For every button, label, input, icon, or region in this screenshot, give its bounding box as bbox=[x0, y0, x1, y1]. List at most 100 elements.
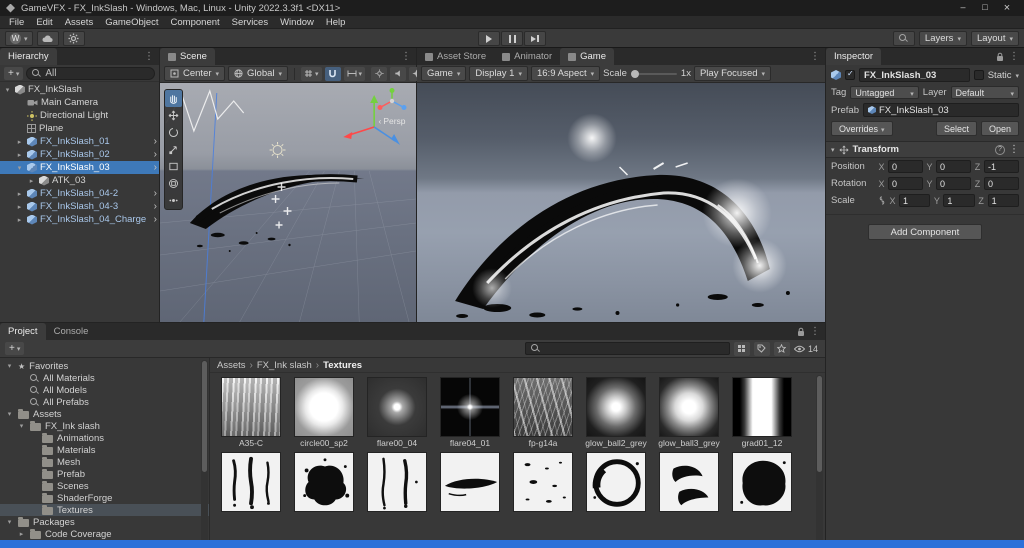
maximize-button[interactable] bbox=[974, 2, 996, 14]
tree-item-materials[interactable]: Materials bbox=[0, 444, 209, 456]
tab-asset-store[interactable]: Asset Store bbox=[417, 48, 494, 65]
texture-item[interactable] bbox=[220, 452, 282, 523]
search-by-label-button[interactable] bbox=[754, 342, 770, 356]
create-object-button[interactable] bbox=[4, 67, 23, 80]
rotation-x-field[interactable]: 0 bbox=[888, 177, 923, 190]
scene-lighting-button[interactable] bbox=[371, 67, 387, 81]
menu-help[interactable]: Help bbox=[320, 17, 352, 28]
rect-tool-button[interactable] bbox=[165, 158, 182, 175]
move-tool-button[interactable] bbox=[165, 107, 182, 124]
grid-visibility-button[interactable] bbox=[301, 67, 322, 81]
tree-item-all-models[interactable]: All Models bbox=[0, 384, 209, 396]
menu-component[interactable]: Component bbox=[165, 17, 226, 28]
breadcrumb-fx-ink-slash[interactable]: FX_Ink slash bbox=[257, 360, 312, 371]
view-tool-button[interactable] bbox=[165, 90, 182, 107]
custom-tool-button[interactable] bbox=[165, 192, 182, 209]
foldout-icon[interactable] bbox=[831, 144, 835, 155]
grid-scrollbar[interactable] bbox=[816, 375, 823, 548]
prefab-open-arrow[interactable] bbox=[154, 136, 157, 147]
hierarchy-item-scene[interactable]: FX_InkSlash bbox=[0, 83, 159, 96]
add-component-button[interactable]: Add Component bbox=[868, 224, 983, 240]
snap-toggle-button[interactable] bbox=[325, 67, 341, 81]
menu-window[interactable]: Window bbox=[274, 17, 320, 28]
hierarchy-item-fx-inkslash-04-3[interactable]: FX_InkSlash_04-3 bbox=[0, 200, 159, 213]
tree-item-prefab[interactable]: Prefab bbox=[0, 468, 209, 480]
component-menu-icon[interactable] bbox=[1009, 144, 1019, 155]
tree-scrollbar[interactable] bbox=[201, 360, 208, 548]
static-flags-dropdown[interactable] bbox=[1015, 70, 1019, 81]
breadcrumb-assets[interactable]: Assets bbox=[217, 360, 246, 371]
select-button[interactable]: Select bbox=[936, 121, 977, 136]
tree-item-animations[interactable]: Animations bbox=[0, 432, 209, 444]
panel-menu-icon[interactable] bbox=[810, 326, 820, 337]
tree-item-all-prefabs[interactable]: All Prefabs bbox=[0, 396, 209, 408]
hierarchy-item-fx-inkslash-01[interactable]: FX_InkSlash_01 bbox=[0, 135, 159, 148]
scrollbar-thumb[interactable] bbox=[817, 376, 822, 472]
game-mode-dropdown[interactable]: Game bbox=[421, 66, 466, 81]
texture-item[interactable]: fp-g14a bbox=[512, 377, 574, 448]
hidden-packages-indicator[interactable]: 14 bbox=[794, 344, 820, 354]
expander-icon[interactable] bbox=[27, 177, 36, 185]
hierarchy-search-input[interactable]: All bbox=[26, 67, 155, 80]
lock-icon[interactable] bbox=[996, 52, 1004, 62]
expander-icon[interactable] bbox=[15, 151, 24, 159]
scene-viewport[interactable]: Persp bbox=[160, 83, 416, 322]
save-search-button[interactable] bbox=[774, 342, 790, 356]
texture-item[interactable] bbox=[439, 452, 501, 523]
tree-item-textures[interactable]: Textures bbox=[0, 504, 209, 516]
expander-icon[interactable] bbox=[17, 422, 26, 430]
texture-item[interactable]: glow_ball2_grey bbox=[585, 377, 647, 448]
rotate-tool-button[interactable] bbox=[165, 124, 182, 141]
tab-game[interactable]: Game bbox=[560, 48, 614, 65]
expander-icon[interactable] bbox=[3, 86, 12, 94]
tree-item-shaderforge[interactable]: ShaderForge bbox=[0, 492, 209, 504]
play-button[interactable] bbox=[478, 31, 500, 46]
scale-y-field[interactable]: 1 bbox=[943, 194, 974, 207]
project-search-input[interactable] bbox=[525, 342, 730, 355]
texture-item[interactable] bbox=[658, 452, 720, 523]
expander-icon[interactable] bbox=[17, 530, 26, 538]
static-checkbox[interactable] bbox=[974, 70, 984, 80]
expander-icon[interactable] bbox=[15, 164, 24, 172]
scrollbar-thumb[interactable] bbox=[202, 361, 207, 472]
tab-scene[interactable]: Scene bbox=[160, 48, 215, 65]
prefab-open-arrow[interactable] bbox=[154, 149, 157, 160]
scale-x-field[interactable]: 1 bbox=[899, 194, 930, 207]
tree-item-assets[interactable]: Assets bbox=[0, 408, 209, 420]
step-button[interactable] bbox=[524, 31, 546, 46]
expander-icon[interactable] bbox=[15, 190, 24, 198]
pause-button[interactable] bbox=[501, 31, 523, 46]
hierarchy-item-directional-light[interactable]: Directional Light bbox=[0, 109, 159, 122]
expander-icon[interactable] bbox=[5, 410, 14, 418]
object-name-field[interactable]: FX_InkSlash_03 bbox=[859, 68, 970, 82]
scale-tool-button[interactable] bbox=[165, 141, 182, 158]
menu-edit[interactable]: Edit bbox=[30, 17, 58, 28]
panel-menu-icon[interactable] bbox=[401, 51, 411, 62]
hierarchy-item-fx-inkslash-04-2[interactable]: FX_InkSlash_04-2 bbox=[0, 187, 159, 200]
texture-item[interactable] bbox=[731, 452, 793, 523]
tab-hierarchy[interactable]: Hierarchy bbox=[0, 48, 57, 65]
snap-settings-button[interactable] bbox=[344, 67, 366, 81]
search-button[interactable] bbox=[893, 31, 915, 46]
hierarchy-item-fx-inkslash-04-charge[interactable]: FX_InkSlash_04_Charge bbox=[0, 213, 159, 226]
prefab-open-arrow[interactable] bbox=[154, 214, 157, 225]
texture-item[interactable]: grad01_12 bbox=[731, 377, 793, 448]
slider-knob[interactable] bbox=[631, 70, 639, 78]
aspect-dropdown[interactable]: 16:9 Aspect bbox=[531, 66, 600, 81]
prefab-field[interactable]: FX_InkSlash_03 bbox=[863, 103, 1019, 117]
tree-item-code-coverage[interactable]: Code Coverage bbox=[0, 528, 209, 540]
link-icon[interactable] bbox=[878, 196, 886, 205]
lock-icon[interactable] bbox=[797, 327, 805, 337]
cloud-button[interactable] bbox=[37, 31, 59, 46]
tab-project[interactable]: Project bbox=[0, 323, 46, 340]
tree-item-packages[interactable]: Packages bbox=[0, 516, 209, 528]
position-y-field[interactable]: 0 bbox=[936, 160, 971, 173]
search-by-type-button[interactable] bbox=[734, 342, 750, 356]
texture-item[interactable]: glow_ball3_grey bbox=[658, 377, 720, 448]
menu-assets[interactable]: Assets bbox=[59, 17, 100, 28]
hierarchy-item-fx-inkslash-02[interactable]: FX_InkSlash_02 bbox=[0, 148, 159, 161]
hierarchy-item-plane[interactable]: Plane bbox=[0, 122, 159, 135]
layout-dropdown[interactable]: Layout bbox=[971, 31, 1019, 46]
texture-item[interactable] bbox=[512, 452, 574, 523]
orientation-gizmo[interactable]: Persp bbox=[374, 87, 410, 126]
